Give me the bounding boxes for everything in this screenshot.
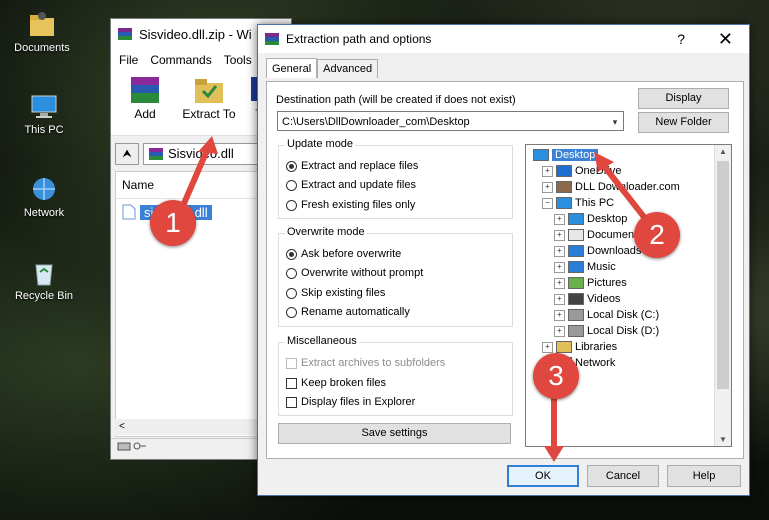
arrow-1: [179, 146, 211, 210]
annotation-badge-3: 3: [533, 353, 579, 399]
annotation-arrows: [179, 136, 651, 462]
arrow-1-head: [198, 136, 218, 154]
annotation-badge-1: 1: [150, 200, 196, 246]
arrow-2: [601, 164, 651, 224]
annotation-badge-2: 2: [634, 212, 680, 258]
arrow-3-head: [544, 446, 564, 462]
